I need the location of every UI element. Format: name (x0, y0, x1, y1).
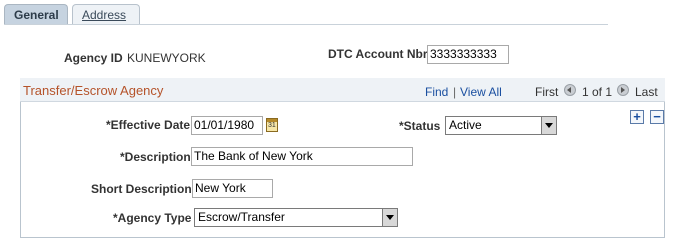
next-icon[interactable] (617, 84, 629, 96)
short-description-label: Short Description (91, 182, 192, 196)
plus-icon[interactable]: + (630, 110, 644, 124)
effective-date-label: *Effective Date (106, 118, 191, 132)
effective-date-field[interactable]: 01/01/1980 (191, 116, 263, 135)
description-label: *Description (120, 150, 191, 164)
calendar-icon[interactable]: 31 (266, 118, 278, 132)
minus-icon[interactable]: − (650, 110, 664, 124)
tab-address-label: Address (82, 8, 127, 22)
view-all-link[interactable]: View All (460, 85, 502, 99)
group-title: Transfer/Escrow Agency (23, 83, 164, 98)
dtc-account-label: DTC Account Nbr (328, 47, 428, 61)
agency-type-label: *Agency Type (113, 211, 192, 225)
tab-divider (4, 24, 608, 25)
short-description-field[interactable]: New York (192, 179, 273, 198)
agency-type-select-value: Escrow/Transfer (198, 210, 285, 224)
status-select[interactable]: Active (445, 116, 557, 135)
description-field[interactable]: The Bank of New York (191, 147, 413, 166)
agency-type-select[interactable]: Escrow/Transfer (194, 208, 398, 227)
dtc-account-field[interactable]: 3333333333 (427, 45, 509, 64)
status-label: *Status (399, 119, 441, 133)
link-separator: | (453, 85, 457, 99)
agency-id-label: Agency ID (64, 51, 123, 65)
first-label: First (535, 85, 559, 99)
chevron-down-icon (541, 117, 556, 134)
tab-general[interactable]: General (4, 4, 68, 24)
calendar-icon-text: 31 (268, 122, 276, 129)
pager-text: 1 of 1 (582, 85, 613, 99)
previous-icon[interactable] (564, 84, 576, 96)
status-select-value: Active (449, 118, 482, 132)
agency-id-value: KUNEWYORK (127, 51, 206, 65)
last-label: Last (635, 85, 658, 99)
next-arrow-icon (621, 87, 625, 93)
tab-address[interactable]: Address (72, 4, 140, 24)
chevron-down-icon (382, 209, 397, 226)
previous-arrow-icon (567, 87, 571, 93)
find-link[interactable]: Find (425, 85, 448, 99)
